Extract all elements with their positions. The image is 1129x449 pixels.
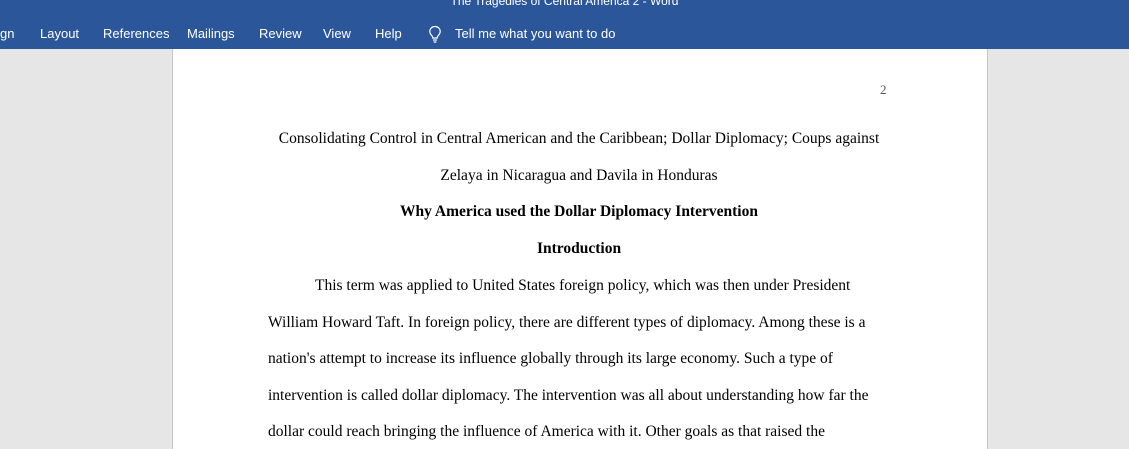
tab-references[interactable]: References — [103, 26, 169, 41]
paragraph-line-2[interactable]: William Howard Taft. In foreign policy, … — [268, 313, 890, 333]
window-title: The Tragedies of Central America 2 - Wor… — [450, 0, 679, 8]
tab-help[interactable]: Help — [375, 26, 402, 41]
document-title-line-1[interactable]: Consolidating Control in Central America… — [268, 129, 890, 149]
lightbulb-icon[interactable] — [428, 25, 442, 43]
tab-review[interactable]: Review — [259, 26, 302, 41]
tab-design[interactable]: gn — [0, 26, 14, 41]
page-number: 2 — [880, 82, 887, 97]
heading-why-america[interactable]: Why America used the Dollar Diplomacy In… — [268, 202, 890, 222]
paragraph-line-1[interactable]: This term was applied to United States f… — [268, 276, 890, 296]
paragraph-line-5[interactable]: dollar could reach bringing the influenc… — [268, 422, 890, 442]
ribbon: The Tragedies of Central America 2 - Wor… — [0, 0, 1129, 49]
document-title-line-2[interactable]: Zelaya in Nicaragua and Davila in Hondur… — [268, 166, 890, 186]
tab-layout[interactable]: Layout — [40, 26, 79, 41]
tab-view[interactable]: View — [323, 26, 351, 41]
tell-me-search[interactable]: Tell me what you want to do — [455, 26, 615, 41]
heading-introduction[interactable]: Introduction — [268, 239, 890, 259]
paragraph-line-4[interactable]: intervention is called dollar diplomacy.… — [268, 386, 890, 406]
tab-mailings[interactable]: Mailings — [187, 26, 235, 41]
paragraph-line-3[interactable]: nation's attempt to increase its influen… — [268, 349, 890, 369]
